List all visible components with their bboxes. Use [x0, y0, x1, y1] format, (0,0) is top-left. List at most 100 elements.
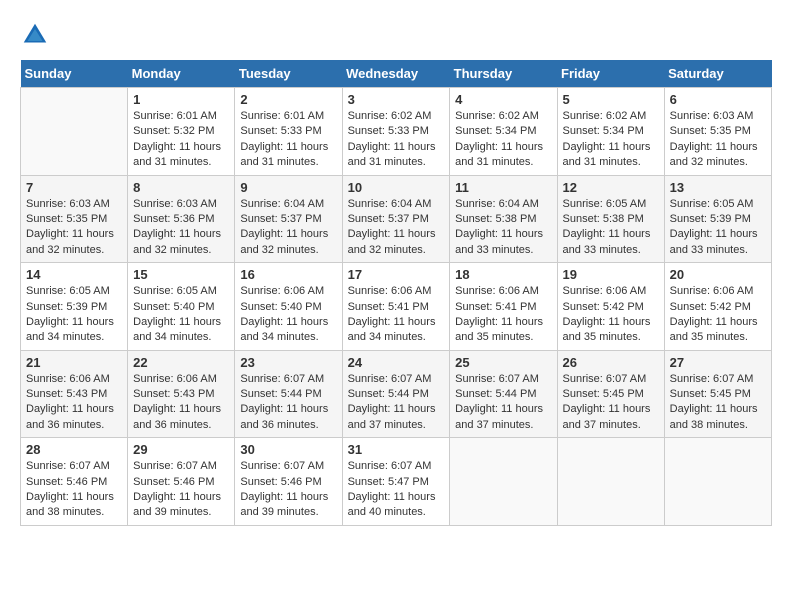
- day-detail: Sunrise: 6:06 AMSunset: 5:42 PMDaylight:…: [563, 284, 659, 346]
- day-number: 24: [348, 355, 445, 370]
- day-number: 15: [133, 267, 229, 282]
- day-detail: Sunrise: 6:05 AMSunset: 5:40 PMDaylight:…: [133, 284, 229, 346]
- day-detail: Sunrise: 6:06 AMSunset: 5:41 PMDaylight:…: [455, 284, 551, 346]
- weekday-header-row: SundayMondayTuesdayWednesdayThursdayFrid…: [21, 60, 772, 88]
- day-number: 8: [133, 180, 229, 195]
- weekday-header-saturday: Saturday: [664, 60, 771, 88]
- logo-icon: [20, 20, 50, 50]
- day-cell: 23 Sunrise: 6:07 AMSunset: 5:44 PMDaylig…: [235, 350, 342, 438]
- day-cell: 12 Sunrise: 6:05 AMSunset: 5:38 PMDaylig…: [557, 175, 664, 263]
- day-cell: 22 Sunrise: 6:06 AMSunset: 5:43 PMDaylig…: [128, 350, 235, 438]
- day-cell: [557, 438, 664, 526]
- day-cell: 7 Sunrise: 6:03 AMSunset: 5:35 PMDayligh…: [21, 175, 128, 263]
- day-number: 26: [563, 355, 659, 370]
- day-detail: Sunrise: 6:06 AMSunset: 5:40 PMDaylight:…: [240, 284, 336, 346]
- day-cell: 1 Sunrise: 6:01 AMSunset: 5:32 PMDayligh…: [128, 88, 235, 176]
- day-cell: 9 Sunrise: 6:04 AMSunset: 5:37 PMDayligh…: [235, 175, 342, 263]
- day-number: 20: [670, 267, 766, 282]
- day-number: 4: [455, 92, 551, 107]
- weekday-header-friday: Friday: [557, 60, 664, 88]
- day-cell: 13 Sunrise: 6:05 AMSunset: 5:39 PMDaylig…: [664, 175, 771, 263]
- calendar-table: SundayMondayTuesdayWednesdayThursdayFrid…: [20, 60, 772, 526]
- day-cell: [21, 88, 128, 176]
- day-number: 5: [563, 92, 659, 107]
- day-cell: 16 Sunrise: 6:06 AMSunset: 5:40 PMDaylig…: [235, 263, 342, 351]
- day-number: 30: [240, 442, 336, 457]
- day-detail: Sunrise: 6:07 AMSunset: 5:46 PMDaylight:…: [240, 459, 336, 521]
- day-cell: 29 Sunrise: 6:07 AMSunset: 5:46 PMDaylig…: [128, 438, 235, 526]
- weekday-header-thursday: Thursday: [450, 60, 557, 88]
- day-detail: Sunrise: 6:05 AMSunset: 5:39 PMDaylight:…: [26, 284, 122, 346]
- day-number: 6: [670, 92, 766, 107]
- page-header: [20, 20, 772, 50]
- day-detail: Sunrise: 6:07 AMSunset: 5:44 PMDaylight:…: [455, 372, 551, 434]
- week-row-2: 7 Sunrise: 6:03 AMSunset: 5:35 PMDayligh…: [21, 175, 772, 263]
- day-detail: Sunrise: 6:06 AMSunset: 5:43 PMDaylight:…: [133, 372, 229, 434]
- day-cell: 8 Sunrise: 6:03 AMSunset: 5:36 PMDayligh…: [128, 175, 235, 263]
- day-number: 13: [670, 180, 766, 195]
- day-detail: Sunrise: 6:05 AMSunset: 5:39 PMDaylight:…: [670, 197, 766, 259]
- day-number: 2: [240, 92, 336, 107]
- day-cell: 2 Sunrise: 6:01 AMSunset: 5:33 PMDayligh…: [235, 88, 342, 176]
- day-detail: Sunrise: 6:06 AMSunset: 5:42 PMDaylight:…: [670, 284, 766, 346]
- day-detail: Sunrise: 6:07 AMSunset: 5:46 PMDaylight:…: [133, 459, 229, 521]
- day-number: 16: [240, 267, 336, 282]
- day-detail: Sunrise: 6:02 AMSunset: 5:33 PMDaylight:…: [348, 109, 445, 171]
- day-cell: [664, 438, 771, 526]
- day-detail: Sunrise: 6:07 AMSunset: 5:47 PMDaylight:…: [348, 459, 445, 521]
- day-number: 19: [563, 267, 659, 282]
- day-cell: 27 Sunrise: 6:07 AMSunset: 5:45 PMDaylig…: [664, 350, 771, 438]
- day-detail: Sunrise: 6:02 AMSunset: 5:34 PMDaylight:…: [455, 109, 551, 171]
- weekday-header-wednesday: Wednesday: [342, 60, 450, 88]
- day-detail: Sunrise: 6:03 AMSunset: 5:36 PMDaylight:…: [133, 197, 229, 259]
- day-number: 12: [563, 180, 659, 195]
- day-cell: 5 Sunrise: 6:02 AMSunset: 5:34 PMDayligh…: [557, 88, 664, 176]
- day-cell: 24 Sunrise: 6:07 AMSunset: 5:44 PMDaylig…: [342, 350, 450, 438]
- day-cell: 28 Sunrise: 6:07 AMSunset: 5:46 PMDaylig…: [21, 438, 128, 526]
- day-number: 25: [455, 355, 551, 370]
- week-row-4: 21 Sunrise: 6:06 AMSunset: 5:43 PMDaylig…: [21, 350, 772, 438]
- day-detail: Sunrise: 6:06 AMSunset: 5:43 PMDaylight:…: [26, 372, 122, 434]
- weekday-header-tuesday: Tuesday: [235, 60, 342, 88]
- logo: [20, 20, 54, 50]
- day-detail: Sunrise: 6:01 AMSunset: 5:33 PMDaylight:…: [240, 109, 336, 171]
- week-row-5: 28 Sunrise: 6:07 AMSunset: 5:46 PMDaylig…: [21, 438, 772, 526]
- week-row-1: 1 Sunrise: 6:01 AMSunset: 5:32 PMDayligh…: [21, 88, 772, 176]
- day-detail: Sunrise: 6:03 AMSunset: 5:35 PMDaylight:…: [26, 197, 122, 259]
- day-detail: Sunrise: 6:04 AMSunset: 5:37 PMDaylight:…: [348, 197, 445, 259]
- day-cell: 20 Sunrise: 6:06 AMSunset: 5:42 PMDaylig…: [664, 263, 771, 351]
- day-number: 27: [670, 355, 766, 370]
- day-number: 1: [133, 92, 229, 107]
- weekday-header-sunday: Sunday: [21, 60, 128, 88]
- day-number: 31: [348, 442, 445, 457]
- day-cell: 4 Sunrise: 6:02 AMSunset: 5:34 PMDayligh…: [450, 88, 557, 176]
- day-number: 17: [348, 267, 445, 282]
- day-detail: Sunrise: 6:03 AMSunset: 5:35 PMDaylight:…: [670, 109, 766, 171]
- day-number: 14: [26, 267, 122, 282]
- day-detail: Sunrise: 6:07 AMSunset: 5:44 PMDaylight:…: [240, 372, 336, 434]
- day-number: 23: [240, 355, 336, 370]
- day-detail: Sunrise: 6:05 AMSunset: 5:38 PMDaylight:…: [563, 197, 659, 259]
- day-cell: 3 Sunrise: 6:02 AMSunset: 5:33 PMDayligh…: [342, 88, 450, 176]
- day-number: 7: [26, 180, 122, 195]
- day-cell: [450, 438, 557, 526]
- day-detail: Sunrise: 6:07 AMSunset: 5:44 PMDaylight:…: [348, 372, 445, 434]
- day-detail: Sunrise: 6:06 AMSunset: 5:41 PMDaylight:…: [348, 284, 445, 346]
- day-detail: Sunrise: 6:02 AMSunset: 5:34 PMDaylight:…: [563, 109, 659, 171]
- day-detail: Sunrise: 6:07 AMSunset: 5:46 PMDaylight:…: [26, 459, 122, 521]
- day-cell: 25 Sunrise: 6:07 AMSunset: 5:44 PMDaylig…: [450, 350, 557, 438]
- day-detail: Sunrise: 6:04 AMSunset: 5:38 PMDaylight:…: [455, 197, 551, 259]
- day-cell: 14 Sunrise: 6:05 AMSunset: 5:39 PMDaylig…: [21, 263, 128, 351]
- day-cell: 19 Sunrise: 6:06 AMSunset: 5:42 PMDaylig…: [557, 263, 664, 351]
- day-detail: Sunrise: 6:04 AMSunset: 5:37 PMDaylight:…: [240, 197, 336, 259]
- day-cell: 10 Sunrise: 6:04 AMSunset: 5:37 PMDaylig…: [342, 175, 450, 263]
- day-number: 10: [348, 180, 445, 195]
- day-cell: 11 Sunrise: 6:04 AMSunset: 5:38 PMDaylig…: [450, 175, 557, 263]
- day-number: 9: [240, 180, 336, 195]
- day-cell: 26 Sunrise: 6:07 AMSunset: 5:45 PMDaylig…: [557, 350, 664, 438]
- day-number: 28: [26, 442, 122, 457]
- week-row-3: 14 Sunrise: 6:05 AMSunset: 5:39 PMDaylig…: [21, 263, 772, 351]
- day-number: 29: [133, 442, 229, 457]
- day-number: 22: [133, 355, 229, 370]
- day-cell: 15 Sunrise: 6:05 AMSunset: 5:40 PMDaylig…: [128, 263, 235, 351]
